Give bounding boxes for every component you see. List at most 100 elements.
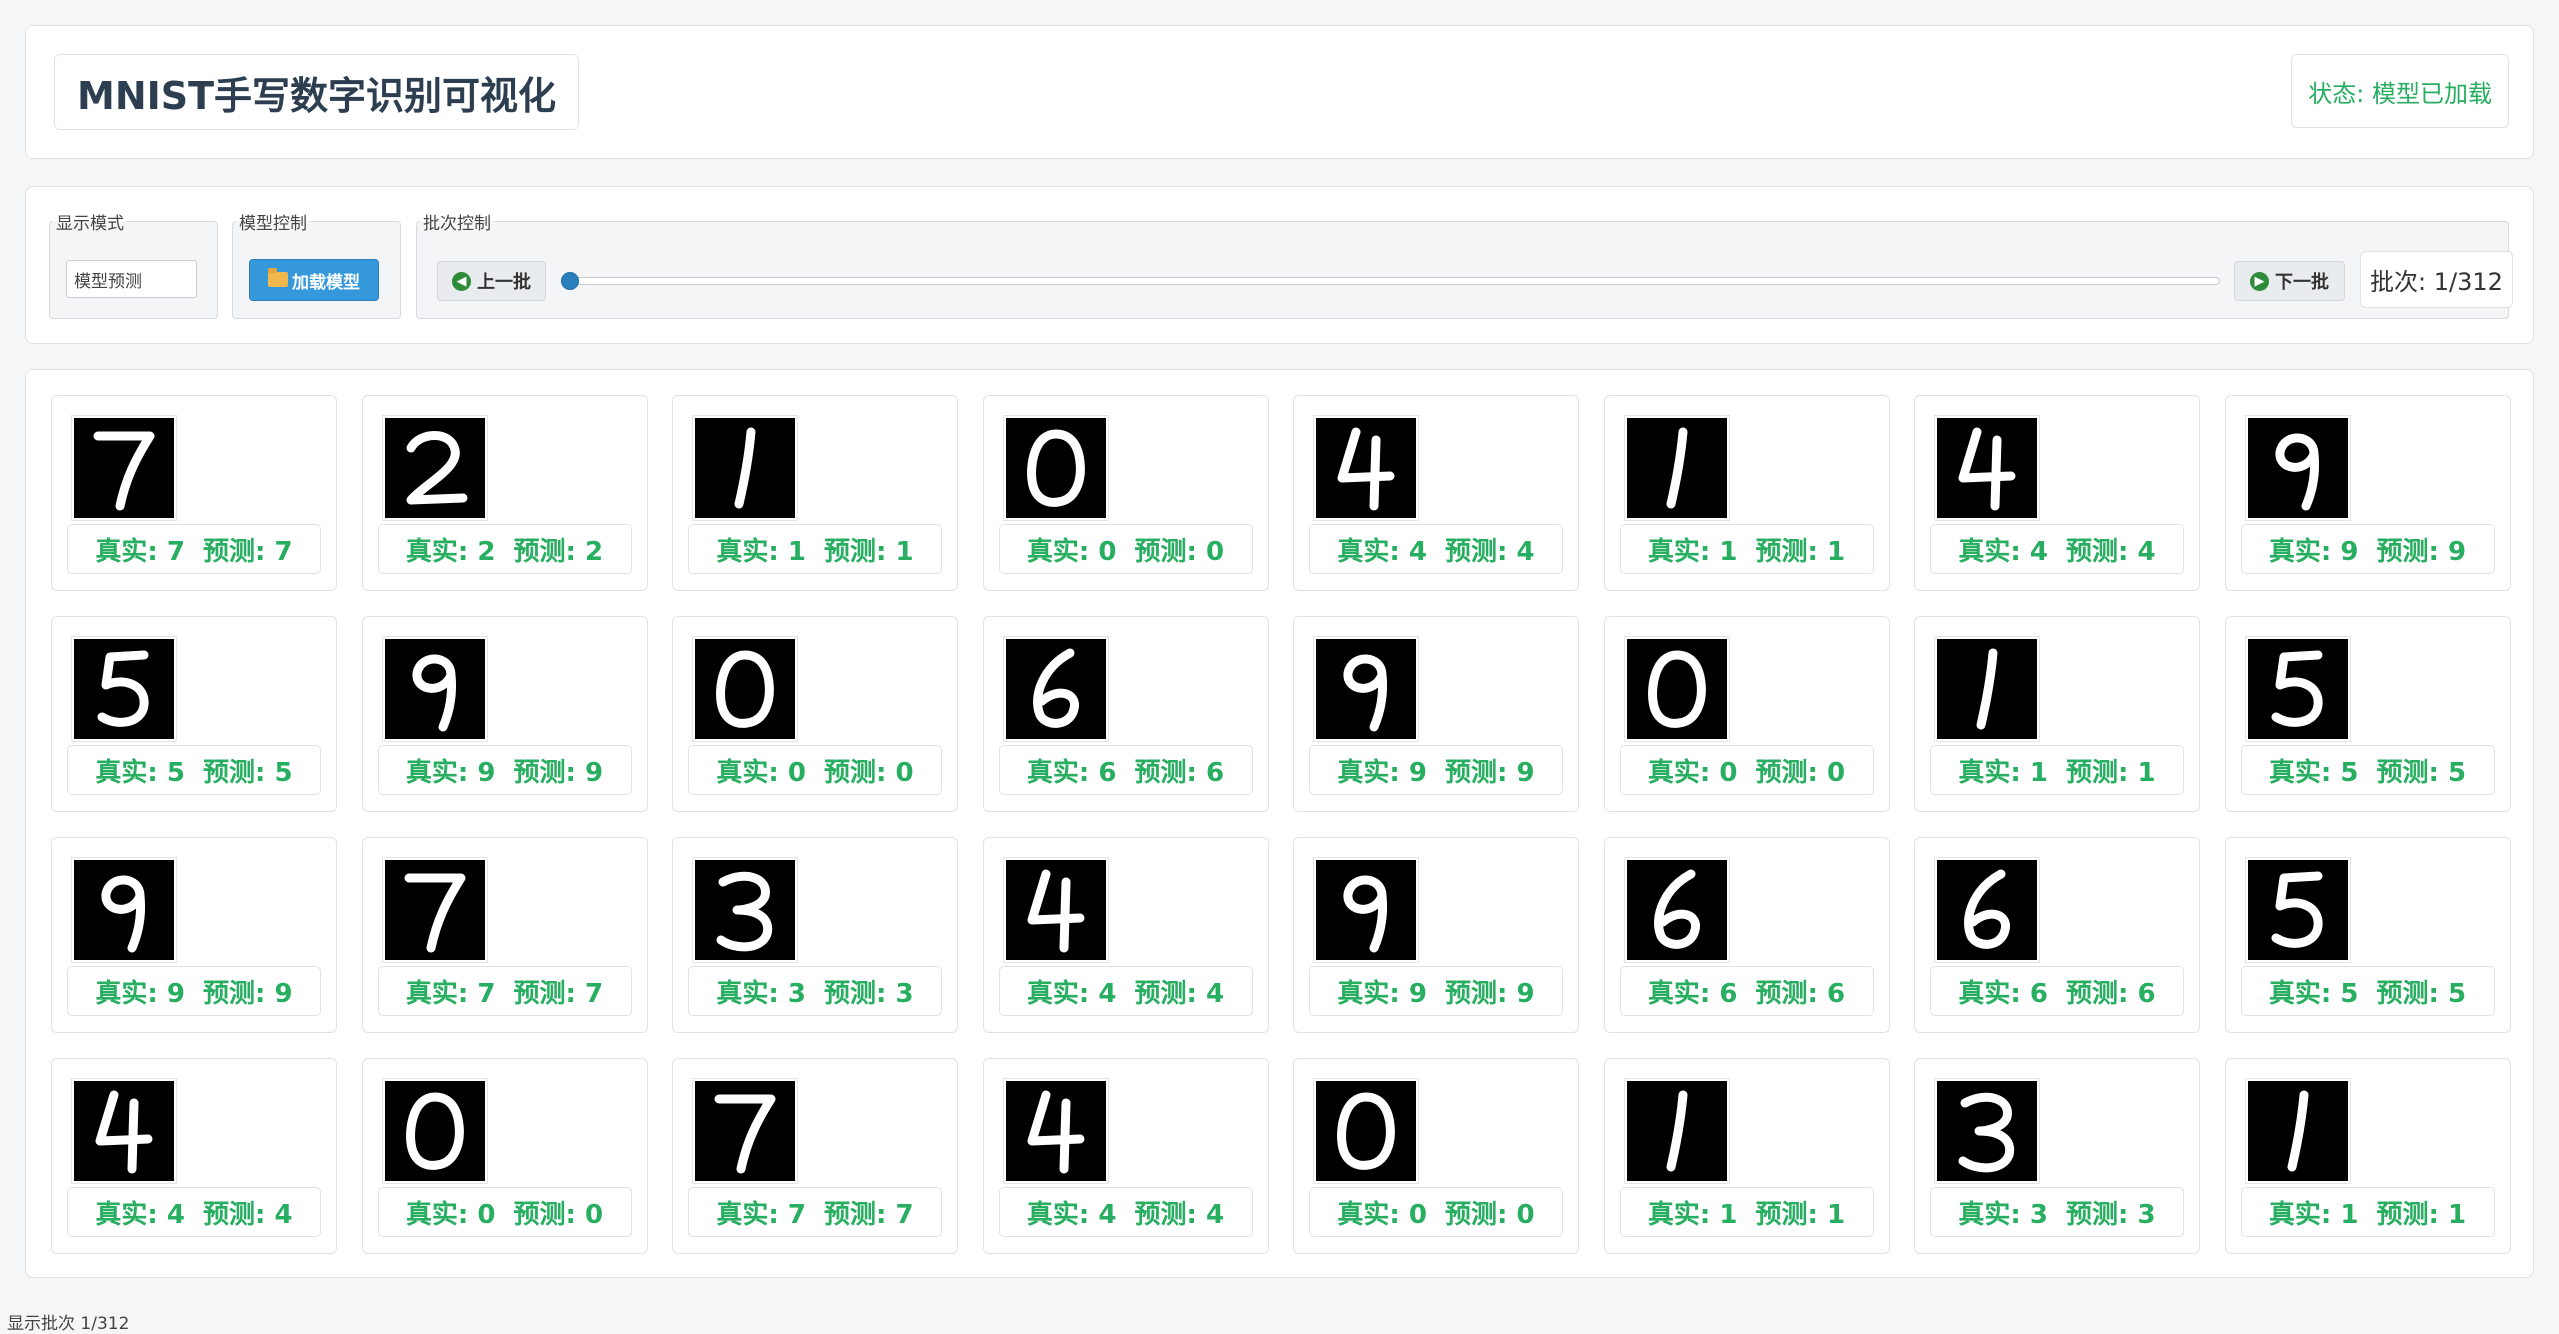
prev-batch-label: 上一批	[477, 272, 531, 293]
digit-image	[693, 637, 797, 741]
prediction-label: 真实: 1 预测: 1	[688, 524, 942, 574]
digit-image	[382, 416, 487, 520]
digit-image	[72, 416, 176, 520]
digit-image	[1314, 1079, 1418, 1183]
digit-image	[382, 1079, 487, 1183]
header-panel: MNIST手写数字识别可视化 状态: 模型已加载	[25, 25, 2534, 159]
sample-grid: 真实: 7 预测: 7 真实: 2 预测: 2 真实: 1 预测: 1 真实: 0 预…	[25, 369, 2534, 1278]
load-model-button[interactable]: 加载模型	[249, 259, 379, 301]
sample-card: 真实: 4 预测: 4	[1914, 395, 2200, 591]
sample-card: 真实: 7 预测: 7	[672, 1058, 958, 1254]
model-control-legend: 模型控制	[239, 214, 307, 234]
batch-slider-thumb[interactable]	[561, 272, 579, 290]
sample-card: 真实: 1 预测: 1	[1603, 395, 1890, 591]
digit-image	[72, 858, 176, 962]
sample-card: 真实: 6 预测: 6	[1914, 837, 2200, 1033]
digit-image	[693, 858, 797, 962]
prediction-label: 真实: 0 预测: 0	[1619, 745, 1874, 795]
prediction-label: 真实: 9 预测: 9	[2240, 524, 2495, 574]
sample-card: 真实: 4 预测: 4	[982, 1058, 1269, 1254]
prediction-label: 真实: 1 预测: 1	[1930, 745, 2184, 795]
sample-card: 真实: 0 预测: 0	[1293, 1058, 1579, 1254]
prediction-label: 真实: 9 预测: 9	[1309, 745, 1563, 795]
prediction-label: 真实: 3 预测: 3	[1930, 1187, 2184, 1237]
prediction-label: 真实: 7 预测: 7	[377, 966, 632, 1016]
digit-image	[1624, 637, 1729, 741]
prev-batch-button[interactable]: ◀ 上一批	[437, 261, 546, 301]
digit-image	[1003, 858, 1108, 962]
sample-card: 真实: 3 预测: 3	[672, 837, 958, 1033]
sample-card: 真实: 4 预测: 4	[1293, 395, 1579, 591]
prediction-label: 真实: 5 预测: 5	[2240, 745, 2495, 795]
controls-panel: 显示模式 模型预测 模型控制 加载模型 批次控制 ◀ 上一批 ▶ 下一批 批次:…	[25, 186, 2534, 344]
arrow-right-icon: ▶	[2250, 271, 2269, 291]
prediction-label: 真实: 4 预测: 4	[1309, 524, 1563, 574]
sample-card: 真实: 2 预测: 2	[361, 395, 648, 591]
sample-card: 真实: 9 预测: 9	[2224, 395, 2511, 591]
load-model-label: 加载模型	[292, 272, 360, 293]
prediction-label: 真实: 5 预测: 5	[67, 745, 321, 795]
sample-card: 真实: 9 预测: 9	[1293, 837, 1579, 1033]
sample-card: 真实: 5 预测: 5	[2224, 616, 2511, 812]
sample-card: 真实: 1 预测: 1	[1914, 616, 2200, 812]
digit-image	[1624, 1079, 1729, 1183]
display-mode-legend: 显示模式	[56, 214, 124, 234]
batch-slider[interactable]	[561, 272, 2220, 290]
sample-card: 真实: 0 预测: 0	[1603, 616, 1890, 812]
digit-image	[2245, 858, 2350, 962]
sample-card: 真实: 1 预测: 1	[672, 395, 958, 591]
sample-card: 真实: 0 预测: 0	[982, 395, 1269, 591]
digit-image	[1003, 416, 1108, 520]
digit-image	[1935, 858, 2039, 962]
prediction-label: 真实: 1 预测: 1	[1619, 1187, 1874, 1237]
sample-card: 真实: 0 预测: 0	[361, 1058, 648, 1254]
digit-image	[2245, 416, 2350, 520]
digit-image	[693, 1079, 797, 1183]
sample-card: 真实: 1 预测: 1	[2224, 1058, 2511, 1254]
model-control-group: 模型控制 加载模型	[232, 209, 401, 319]
prediction-label: 真实: 7 预测: 7	[688, 1187, 942, 1237]
prediction-label: 真实: 4 预测: 4	[998, 966, 1253, 1016]
next-batch-button[interactable]: ▶ 下一批	[2234, 261, 2345, 301]
digit-image	[1314, 416, 1418, 520]
digit-image	[1003, 637, 1108, 741]
prediction-label: 真实: 2 预测: 2	[377, 524, 632, 574]
digit-image	[72, 1079, 176, 1183]
digit-image	[1624, 858, 1729, 962]
sample-card: 真实: 9 预测: 9	[361, 616, 648, 812]
prediction-label: 真实: 0 预测: 0	[688, 745, 942, 795]
batch-control-legend: 批次控制	[423, 214, 491, 234]
sample-card: 真实: 6 预测: 6	[982, 616, 1269, 812]
display-mode-select[interactable]: 模型预测	[66, 260, 197, 298]
prediction-label: 真实: 6 预测: 6	[1930, 966, 2184, 1016]
sample-card: 真实: 4 预测: 4	[51, 1058, 337, 1254]
batch-slider-track	[561, 277, 2220, 285]
prediction-label: 真实: 9 预测: 9	[1309, 966, 1563, 1016]
digit-image	[1935, 1079, 2039, 1183]
sample-card: 真实: 7 预测: 7	[361, 837, 648, 1033]
prediction-label: 真实: 0 预测: 0	[377, 1187, 632, 1237]
prediction-label: 真实: 4 预测: 4	[1930, 524, 2184, 574]
batch-control-group: 批次控制 ◀ 上一批 ▶ 下一批 批次: 1/312	[416, 209, 2513, 319]
digit-image	[1624, 416, 1729, 520]
folder-icon	[268, 267, 288, 287]
arrow-left-icon: ◀	[452, 271, 471, 291]
digit-image	[1003, 1079, 1108, 1183]
digit-image	[2245, 1079, 2350, 1183]
sample-card: 真实: 5 预测: 5	[2224, 837, 2511, 1033]
footer-status: 显示批次 1/312	[7, 1314, 130, 1334]
prediction-label: 真实: 9 预测: 9	[67, 966, 321, 1016]
status-badge: 状态: 模型已加载	[2291, 54, 2509, 128]
sample-card: 真实: 5 预测: 5	[51, 616, 337, 812]
display-mode-group: 显示模式 模型预测	[49, 209, 218, 319]
digit-image	[1314, 637, 1418, 741]
sample-card: 真实: 9 预测: 9	[51, 837, 337, 1033]
app-title: MNIST手写数字识别可视化	[54, 54, 580, 130]
digit-image	[1935, 637, 2039, 741]
prediction-label: 真实: 6 预测: 6	[998, 745, 1253, 795]
sample-card: 真实: 4 预测: 4	[982, 837, 1269, 1033]
sample-card: 真实: 6 预测: 6	[1603, 837, 1890, 1033]
digit-image	[1314, 858, 1418, 962]
digit-image	[2245, 637, 2350, 741]
prediction-label: 真实: 1 预测: 1	[2240, 1187, 2495, 1237]
